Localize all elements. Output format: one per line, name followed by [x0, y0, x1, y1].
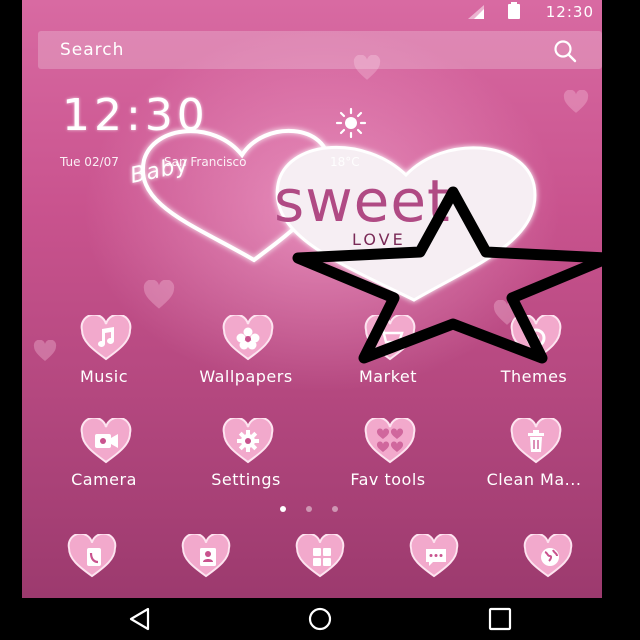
message-icon	[426, 549, 446, 566]
decorative-heart-icon	[563, 90, 589, 113]
phone-icon	[87, 548, 101, 566]
status-time: 12:30	[545, 3, 594, 21]
trash-icon	[528, 430, 544, 452]
home-wallpaper: 12:30 Search Baby sweet LOVE 12:30 Tue 0…	[22, 0, 602, 598]
page-dot-active	[280, 506, 286, 512]
status-bar: 12:30	[22, 0, 602, 24]
page-indicator	[280, 506, 340, 514]
app-label: Wallpapers	[199, 367, 293, 386]
app-label: Camera	[71, 470, 137, 489]
clock-time[interactable]: 12:30	[62, 90, 209, 141]
app-settings[interactable]: Settings	[186, 418, 306, 508]
search-placeholder: Search	[60, 40, 125, 60]
camera-icon	[95, 434, 118, 448]
back-icon[interactable]	[126, 606, 154, 632]
star-outline-icon	[292, 186, 602, 364]
home-icon[interactable]	[306, 606, 334, 632]
app-music[interactable]: Music	[44, 315, 164, 405]
phone-screen: 12:30 Search Baby sweet LOVE 12:30 Tue 0…	[0, 0, 640, 640]
dock-phone[interactable]	[32, 534, 152, 598]
search-bar[interactable]: Search	[38, 31, 602, 69]
page-dot	[332, 506, 338, 512]
search-icon[interactable]	[552, 38, 578, 64]
app-label: Clean Ma...	[486, 470, 582, 489]
dock-app-drawer[interactable]	[260, 534, 380, 598]
clock-location: San Francisco	[164, 155, 247, 169]
app-fav-tools[interactable]: Fav tools	[328, 418, 448, 508]
app-clean-master[interactable]: Clean Ma...	[474, 418, 594, 508]
navigation-bar	[0, 598, 640, 640]
dock-browser[interactable]	[488, 534, 602, 598]
dock-contacts[interactable]	[146, 534, 266, 598]
apps-grid-icon	[313, 548, 331, 566]
app-camera[interactable]: Camera	[44, 418, 164, 508]
recent-apps-icon[interactable]	[486, 606, 514, 632]
gear-icon	[237, 430, 259, 452]
page-dot	[306, 506, 312, 512]
music-note-icon	[98, 327, 114, 347]
app-label: Market	[359, 367, 417, 386]
fav-tools-icon	[376, 428, 404, 452]
app-label: Music	[79, 367, 129, 386]
app-label: Themes	[500, 367, 568, 386]
contacts-icon	[200, 548, 216, 566]
app-wallpapers[interactable]: Wallpapers	[186, 315, 306, 405]
battery-icon	[508, 2, 520, 19]
dock-messages[interactable]	[374, 534, 494, 598]
sun-icon	[335, 107, 367, 139]
app-label: Fav tools	[350, 470, 426, 489]
clock-date: Tue 02/07	[60, 155, 119, 169]
clock-temperature: 18°C	[330, 155, 360, 169]
app-label: Settings	[211, 470, 281, 489]
globe-icon	[541, 548, 559, 566]
flower-icon	[236, 327, 260, 350]
signal-icon	[468, 5, 484, 19]
